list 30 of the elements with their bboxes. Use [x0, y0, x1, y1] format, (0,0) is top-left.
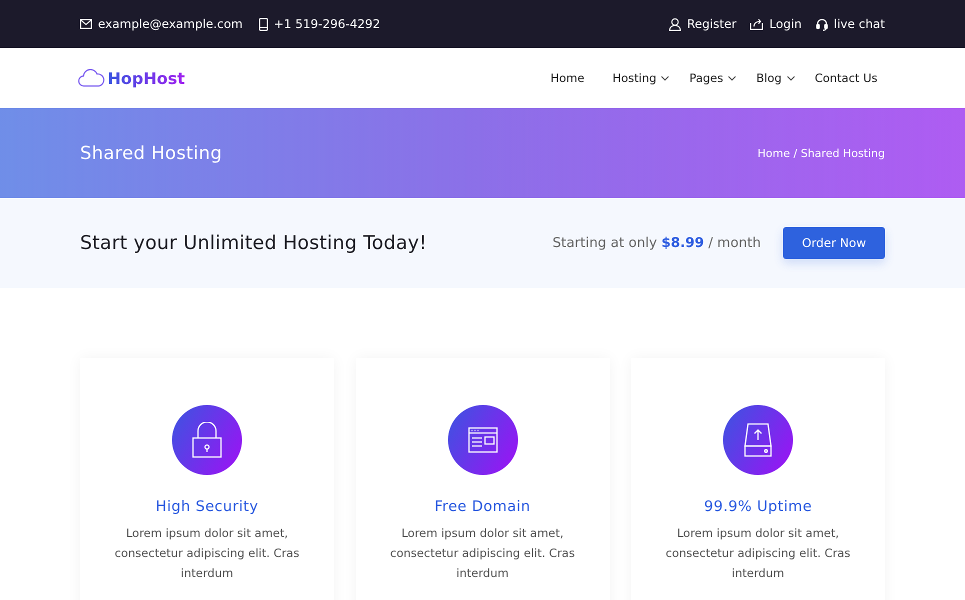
order-now-button[interactable]: Order Now: [783, 227, 885, 259]
top-link[interactable]: Register: [686, 17, 736, 31]
top-link[interactable]: Login: [769, 17, 802, 31]
cta-headline: Start your Unlimited Hosting Today!: [80, 232, 427, 254]
user-icon: [668, 18, 681, 30]
padlock-icon: [192, 422, 222, 458]
feature-text: Lorem ipsum dolor sit amet, consectetur adipiscing elit. Cras interdum: [114, 525, 300, 582]
phone-number: +1 519-296-4292: [274, 17, 380, 31]
feature-title: 99.9% Uptime: [704, 499, 812, 515]
breadcrumb: Home / Shared Hosting: [758, 146, 885, 160]
feature-title: Free Domain: [434, 499, 531, 515]
headset-icon: [816, 18, 828, 30]
nav-link[interactable]: Home: [540, 65, 594, 91]
price-text: Starting at only $8.99 / month: [552, 235, 761, 251]
nav-link[interactable]: Contact Us: [804, 65, 888, 91]
cloud-icon: [78, 69, 104, 87]
feature-title: High Security: [156, 499, 258, 515]
email-address: example@example.com: [98, 17, 243, 31]
upload-drive-icon: [744, 423, 772, 457]
feature-text: Lorem ipsum dolor sit amet, consectetur adipiscing elit. Cras interdum: [664, 525, 852, 582]
page-title: Shared Hosting: [80, 142, 222, 164]
upload-box-icon: [750, 18, 764, 30]
phone-icon: [258, 18, 268, 30]
nav-link[interactable]: Hosting: [602, 65, 680, 91]
envelope-icon: [80, 19, 92, 29]
feature-text: Lorem ipsum dolor sit amet, consectetur adipiscing elit. Cras interdum: [389, 525, 576, 582]
nav-link[interactable]: Pages: [679, 65, 746, 91]
top-link[interactable]: live chat: [834, 17, 885, 31]
nav-link[interactable]: Blog: [746, 65, 805, 91]
browser-window-icon: [468, 427, 498, 453]
